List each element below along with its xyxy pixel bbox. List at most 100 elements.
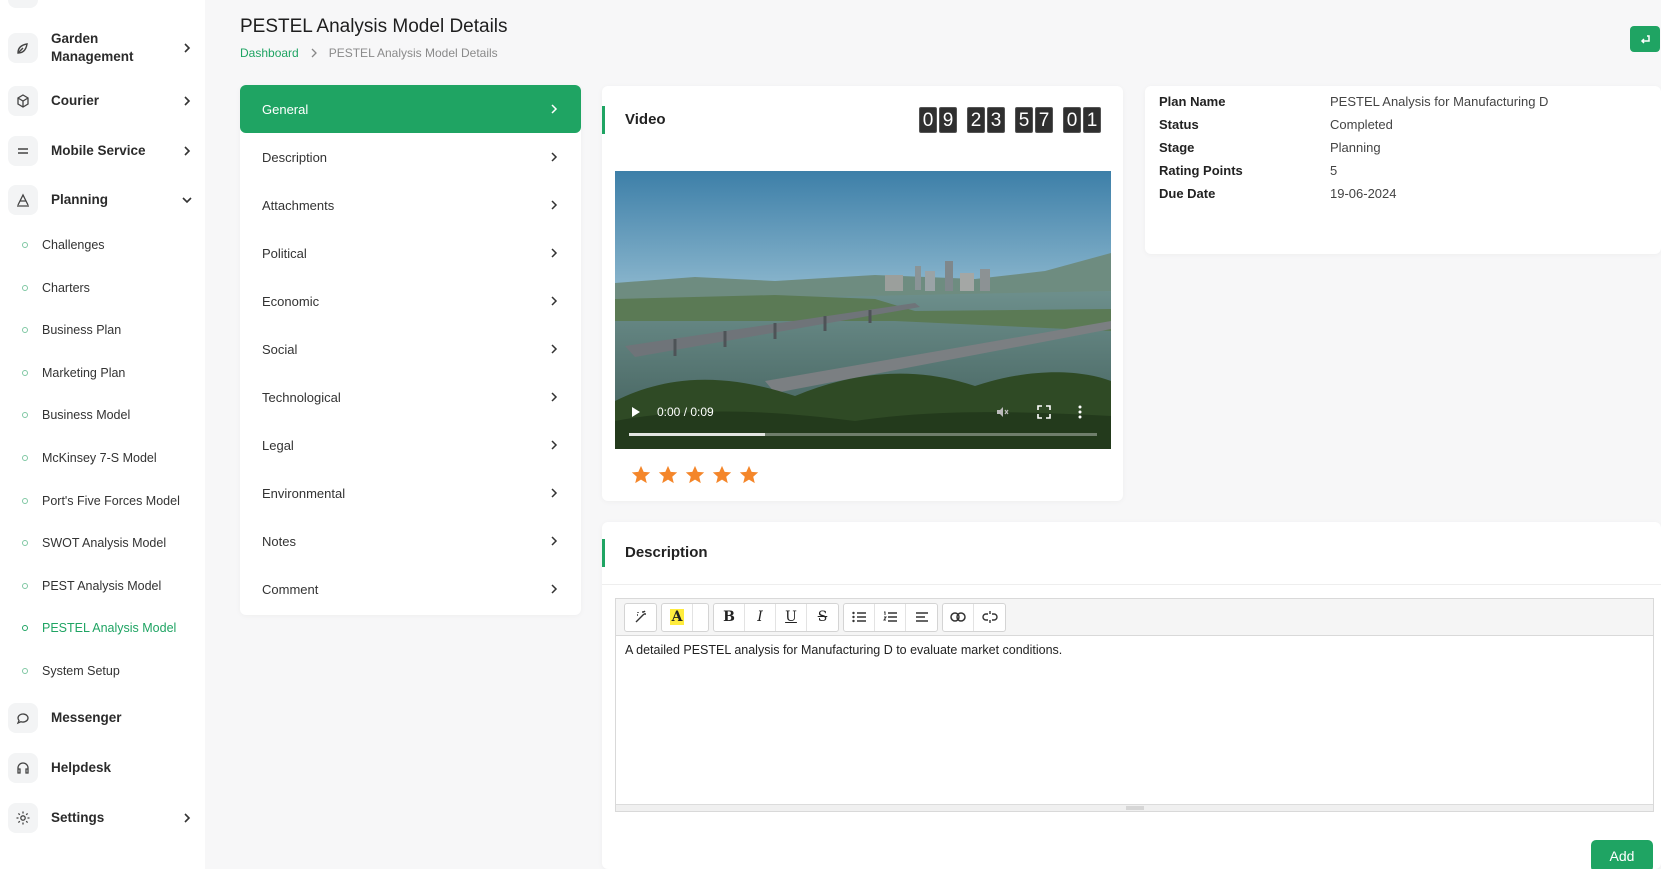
tab-label: Attachments: [262, 197, 335, 213]
tab-general[interactable]: General: [240, 85, 581, 133]
tab-political[interactable]: Political: [240, 229, 581, 277]
plan-info-card: Plan Name PESTEL Analysis for Manufacturi…: [1145, 86, 1661, 254]
sidebar-item-planning[interactable]: Planning: [8, 185, 198, 215]
info-row-due-date: Due Date 19-06-2024: [1159, 186, 1397, 201]
italic-icon[interactable]: I: [745, 603, 776, 631]
sidebar-sub-pest[interactable]: PEST Analysis Model: [22, 579, 161, 593]
chevron-right-icon: [311, 48, 317, 58]
toolbar-group-links: [942, 602, 1006, 632]
align-icon[interactable]: [906, 604, 937, 631]
text-color-icon[interactable]: A: [662, 603, 693, 631]
countdown-digit: 5: [1015, 107, 1033, 133]
add-button[interactable]: Add: [1591, 840, 1653, 869]
breadcrumb-dashboard-link[interactable]: Dashboard: [240, 46, 299, 60]
back-button[interactable]: [1630, 26, 1660, 52]
star-icon[interactable]: [711, 464, 733, 486]
tab-notes[interactable]: Notes: [240, 517, 581, 565]
sidebar-sub-system-setup[interactable]: System Setup: [22, 664, 120, 678]
sidebar-sub-challenges[interactable]: Challenges: [22, 238, 105, 252]
sidebar-item-garden-management[interactable]: Garden Management: [8, 30, 198, 66]
tab-environmental[interactable]: Environmental: [240, 469, 581, 517]
bullet-list-icon[interactable]: [844, 603, 875, 631]
tab-attachments[interactable]: Attachments: [240, 181, 581, 229]
sidebar-item-mobile-service[interactable]: Mobile Service: [8, 136, 198, 166]
info-key: Status: [1159, 117, 1199, 132]
sidebar-sub-charters[interactable]: Charters: [22, 281, 90, 295]
countdown-days: 09: [919, 107, 957, 133]
volume-icon[interactable]: [995, 405, 1009, 419]
sidebar-item-label: Courier: [51, 93, 100, 108]
rich-text-editor[interactable]: A B I U S A detailed PESTEL analysis for…: [615, 598, 1654, 812]
info-key: Stage: [1159, 140, 1195, 155]
sidebar-sub-business-plan[interactable]: Business Plan: [22, 323, 121, 337]
bullet-icon: [22, 285, 28, 291]
chevron-right-icon: [184, 813, 191, 823]
info-value: 5: [1330, 163, 1338, 178]
editor-resize-handle[interactable]: [616, 804, 1653, 811]
grip-icon: [1126, 806, 1144, 810]
color-dropdown-icon[interactable]: [693, 604, 708, 631]
sidebar-sub-marketing-plan[interactable]: Marketing Plan: [22, 366, 125, 380]
info-row-rating: Rating Points 5: [1159, 163, 1337, 178]
tab-label: Comment: [262, 581, 319, 597]
more-options-icon[interactable]: [1077, 405, 1083, 419]
planning-icon: [8, 185, 38, 215]
bullet-icon: [22, 455, 28, 461]
fullscreen-icon[interactable]: [1037, 405, 1051, 419]
countdown-digit: 7: [1035, 107, 1053, 133]
sidebar-sub-pestel[interactable]: PESTEL Analysis Model: [22, 621, 176, 635]
bold-icon[interactable]: B: [714, 603, 745, 631]
sidebar-item-label: Messenger: [51, 710, 122, 725]
sidebar-sub-mckinsey[interactable]: McKinsey 7-S Model: [22, 451, 157, 465]
sidebar-sub-business-model[interactable]: Business Model: [22, 408, 130, 422]
sidebar-item-helpdesk[interactable]: Helpdesk: [8, 753, 198, 783]
star-icon[interactable]: [657, 464, 679, 486]
sidebar-item-settings[interactable]: Settings: [8, 803, 198, 833]
star-icon[interactable]: [630, 464, 652, 486]
bullet-icon: [22, 370, 28, 376]
countdown-timer: 09 23 57 01: [919, 107, 1101, 133]
chevron-down-icon: [182, 197, 192, 204]
star-icon[interactable]: [738, 464, 760, 486]
tab-economic[interactable]: Economic: [240, 277, 581, 325]
tab-label: Political: [262, 245, 307, 261]
info-row-stage: Stage Planning: [1159, 140, 1381, 155]
video-card-title: Video: [602, 106, 666, 134]
tab-description[interactable]: Description: [240, 133, 581, 181]
sidebar: Garden Management Courier Mobile Service…: [0, 0, 205, 869]
breadcrumb-current: PESTEL Analysis Model Details: [328, 46, 498, 60]
unlink-icon[interactable]: [974, 604, 1005, 631]
tab-legal[interactable]: Legal: [240, 421, 581, 469]
sidebar-sub-five-forces[interactable]: Port's Five Forces Model: [22, 494, 180, 508]
tab-comment[interactable]: Comment: [240, 565, 581, 613]
sidebar-item-courier[interactable]: Courier: [8, 86, 198, 116]
star-icon[interactable]: [684, 464, 706, 486]
box-icon: [8, 86, 38, 116]
bullet-icon: [22, 668, 28, 674]
editor-toolbar: A B I U S: [616, 599, 1653, 636]
video-player[interactable]: 0:00 / 0:09: [615, 171, 1111, 449]
tab-label: Technological: [262, 389, 341, 405]
link-icon[interactable]: [943, 603, 974, 631]
sidebar-top-icon[interactable]: [8, 0, 38, 8]
divider: [602, 584, 1661, 585]
info-key: Due Date: [1159, 186, 1216, 201]
info-value: Planning: [1330, 140, 1381, 155]
countdown-hours: 23: [967, 107, 1005, 133]
sidebar-item-label: Helpdesk: [51, 760, 112, 775]
sidebar-sub-swot[interactable]: SWOT Analysis Model: [22, 536, 166, 550]
tab-social[interactable]: Social: [240, 325, 581, 373]
editor-content[interactable]: A detailed PESTEL analysis for Manufactu…: [616, 636, 1653, 664]
numbered-list-icon[interactable]: [875, 603, 906, 631]
underline-icon[interactable]: U: [776, 603, 807, 631]
strikethrough-icon[interactable]: S: [807, 604, 838, 631]
sidebar-item-messenger[interactable]: Messenger: [8, 703, 198, 733]
play-icon[interactable]: [631, 406, 641, 418]
chevron-right-icon: [551, 488, 558, 498]
tab-technological[interactable]: Technological: [240, 373, 581, 421]
countdown-seconds: 01: [1063, 107, 1101, 133]
bullet-icon: [22, 242, 28, 248]
magic-wand-icon[interactable]: [625, 604, 656, 631]
video-progress-bar[interactable]: [629, 433, 1097, 436]
info-key: Rating Points: [1159, 163, 1243, 178]
